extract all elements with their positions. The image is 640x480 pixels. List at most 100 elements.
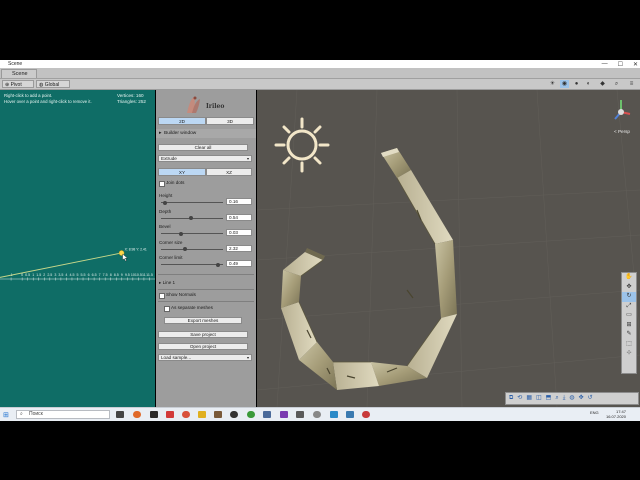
effects-icon[interactable]: ◐ bbox=[584, 80, 593, 88]
line-1-row[interactable]: ▸ Line 1 bbox=[159, 280, 175, 286]
mode-3d-button[interactable]: 3D bbox=[206, 117, 254, 125]
slider-thumb[interactable] bbox=[182, 247, 187, 251]
chrome-icon[interactable] bbox=[247, 411, 255, 418]
tool-c-icon[interactable]: ▦ bbox=[526, 393, 532, 404]
gizmos-icon[interactable]: ◆ bbox=[598, 80, 607, 88]
audio-icon[interactable]: ◉ bbox=[560, 80, 569, 88]
task-view-icon[interactable] bbox=[116, 411, 124, 418]
join-dots-checkbox[interactable] bbox=[159, 181, 165, 187]
x-tick-label: 0.5 bbox=[25, 273, 30, 277]
x-tick-label: 2.5 bbox=[47, 273, 52, 277]
show-normals-checkbox[interactable] bbox=[159, 293, 165, 299]
settings-app-icon[interactable] bbox=[313, 411, 321, 418]
clear-all-button[interactable]: Clear all bbox=[158, 144, 248, 151]
browser-icon[interactable] bbox=[182, 411, 190, 418]
x-tick-label: 6.5 bbox=[92, 273, 97, 277]
photo-app-icon[interactable] bbox=[214, 411, 222, 418]
tool-h-icon[interactable]: ◍ bbox=[569, 393, 574, 404]
custom-tool-icon[interactable]: ✎ bbox=[622, 330, 636, 340]
language-indicator[interactable]: ENG bbox=[590, 410, 599, 415]
separate-meshes-label: As separate meshes bbox=[171, 305, 213, 310]
load-sample-select[interactable]: Load sample... ▾ bbox=[158, 354, 252, 361]
hand-icon[interactable]: ✋ bbox=[622, 273, 636, 283]
separate-meshes-checkbox[interactable] bbox=[164, 306, 170, 312]
transform-icon[interactable]: ⊞ bbox=[622, 321, 636, 331]
move-icon[interactable]: ✥ bbox=[622, 283, 636, 293]
perspective-label[interactable]: < Persp bbox=[614, 129, 630, 134]
app-icon[interactable] bbox=[150, 411, 158, 418]
tool-g-icon[interactable]: ⤓ bbox=[563, 393, 566, 404]
unity-icon[interactable] bbox=[230, 411, 238, 418]
rotate-icon[interactable]: ↻ bbox=[622, 292, 636, 302]
pivot-button[interactable]: ⊕ Pivot bbox=[2, 80, 34, 88]
orientation-gizmo[interactable] bbox=[614, 100, 631, 120]
param-value-input[interactable]: 0.03 bbox=[226, 229, 252, 236]
tool-b-icon[interactable]: ⟲ bbox=[517, 393, 522, 404]
rect-icon[interactable]: ▭ bbox=[622, 311, 636, 321]
tool-d-icon[interactable]: ◫ bbox=[536, 393, 542, 404]
param-value-input[interactable]: 0.16 bbox=[226, 198, 252, 205]
shading-icon[interactable]: ● bbox=[572, 80, 581, 88]
visual-studio-icon[interactable] bbox=[280, 411, 288, 418]
minimize-icon[interactable]: — bbox=[602, 61, 608, 67]
builder-window-header[interactable]: ▸ Builder window bbox=[156, 129, 256, 138]
param-value-input[interactable]: 0.49 bbox=[226, 260, 252, 267]
tool-a-icon[interactable]: ⧉ bbox=[509, 393, 513, 404]
shape-chart[interactable]: -1 0 0.5 1 1.5 2 2.5 3 3.5 4 4.5 5 5.5 6 6.5 7 7.5 8 8.5 9 9… bbox=[0, 90, 155, 407]
param-slider[interactable] bbox=[161, 202, 223, 203]
snap-icon[interactable]: ⊹ bbox=[622, 349, 636, 359]
taskbar-search[interactable]: ⌕ Поиск bbox=[16, 410, 110, 419]
maximize-icon[interactable]: ☐ bbox=[618, 61, 623, 68]
taskbar: ⊞ ⌕ Поиск ENG 17:47 16.07.2020 bbox=[0, 407, 640, 421]
slider-thumb[interactable] bbox=[216, 262, 221, 267]
param-value-input[interactable]: 2.32 bbox=[226, 244, 252, 252]
slider-thumb[interactable] bbox=[162, 200, 167, 205]
taskbar-clock[interactable]: 17:47 16.07.2020 bbox=[606, 409, 626, 419]
tool-i-icon[interactable]: ✥ bbox=[579, 393, 584, 404]
plane-xz-button[interactable]: XZ bbox=[206, 168, 252, 176]
filezilla-icon[interactable] bbox=[166, 411, 174, 418]
editor-icon[interactable] bbox=[296, 411, 304, 418]
folder-icon[interactable] bbox=[198, 411, 206, 418]
vertex-icon[interactable]: ⬚ bbox=[622, 340, 636, 350]
global-button[interactable]: ◍ Global bbox=[36, 80, 70, 88]
search-icon[interactable]: ⌕ bbox=[612, 80, 621, 88]
globe-icon: ◍ bbox=[39, 82, 44, 88]
directional-light-icon[interactable] bbox=[274, 117, 330, 173]
tab-scene[interactable]: Scene bbox=[1, 69, 37, 78]
param-slider[interactable] bbox=[161, 233, 223, 234]
export-meshes-button[interactable]: Export meshes bbox=[164, 317, 242, 324]
chevron-down-icon: ▾ bbox=[246, 156, 249, 161]
save-project-button[interactable]: Save project bbox=[158, 331, 248, 338]
tool-icon[interactable] bbox=[263, 411, 271, 418]
close-icon[interactable]: ✕ bbox=[633, 61, 638, 68]
open-project-button[interactable]: Open project bbox=[158, 343, 248, 350]
tool-f-icon[interactable]: ⌕ bbox=[555, 393, 558, 404]
param-slider[interactable] bbox=[161, 264, 223, 265]
param-label: Depth bbox=[159, 208, 172, 214]
param-value-input[interactable]: 0.54 bbox=[226, 213, 252, 221]
settings-icon[interactable]: ≡ bbox=[627, 80, 636, 88]
tool-e-icon[interactable]: ⬒ bbox=[546, 393, 552, 404]
search-placeholder: Поиск bbox=[29, 411, 43, 417]
x-tick-label: 9 bbox=[121, 273, 123, 277]
param-slider[interactable] bbox=[161, 248, 223, 250]
tab-scene-label: Scene bbox=[12, 71, 28, 77]
x-tick-label: 4.5 bbox=[69, 273, 74, 277]
slider-thumb[interactable] bbox=[188, 216, 193, 220]
windows-start-icon[interactable]: ⊞ bbox=[3, 411, 9, 419]
scene-viewport[interactable]: < Persp ✋ ✥ ↻ ⤢ ▭ ⊞ ✎ ⬚ ⊹ ⧉ ⟲ ▦ ◫ ⬒ ⌕ ⤓ … bbox=[257, 90, 640, 407]
firefox-icon[interactable] bbox=[133, 411, 141, 418]
extrude-select-value: Extrude bbox=[161, 156, 177, 161]
tool-j-icon[interactable]: ↺ bbox=[588, 393, 593, 404]
media-icon[interactable] bbox=[346, 411, 354, 418]
light-icon[interactable]: ☀ bbox=[548, 80, 557, 88]
vscode-icon[interactable] bbox=[330, 411, 338, 418]
shape-editor-panel[interactable]: Right-click to add a point. Hover over a… bbox=[0, 90, 155, 407]
mode-2d-button[interactable]: 2D bbox=[158, 117, 206, 125]
extrude-select[interactable]: Extrude ▾ bbox=[158, 155, 252, 162]
scale-icon[interactable]: ⤢ bbox=[622, 302, 636, 312]
x-tick-label: 8.5 bbox=[114, 273, 119, 277]
recorder-icon[interactable] bbox=[362, 411, 370, 418]
plane-xy-button[interactable]: XY bbox=[158, 168, 206, 176]
